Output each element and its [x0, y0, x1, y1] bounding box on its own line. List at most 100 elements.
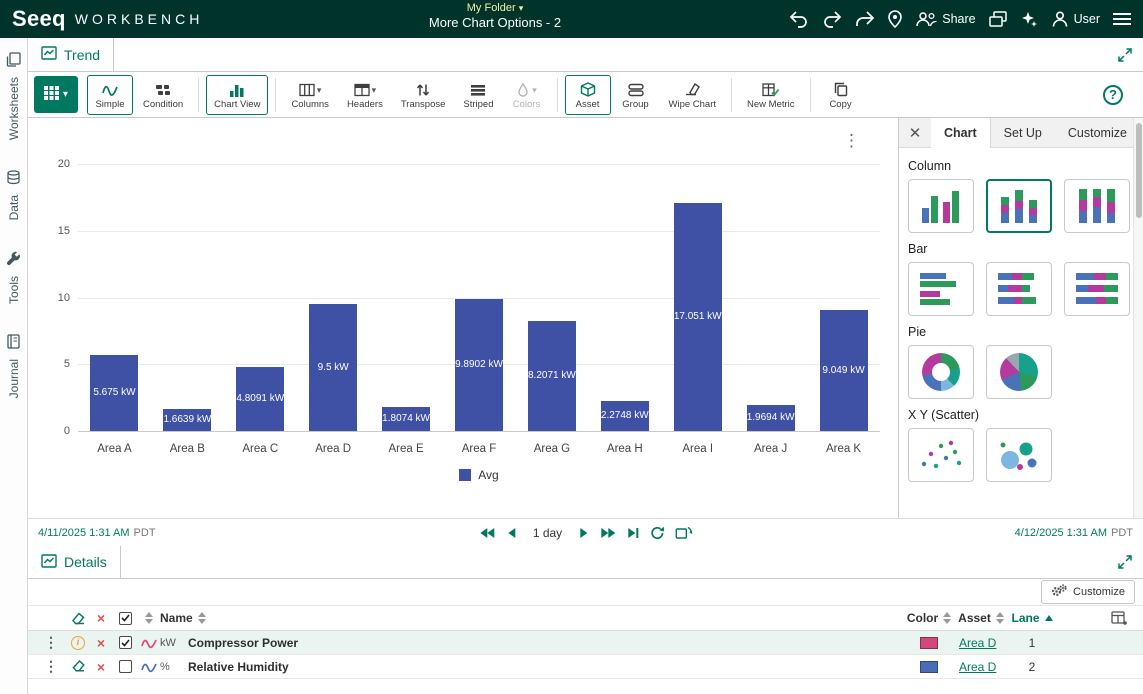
chart-bar[interactable]	[382, 407, 430, 431]
chart-legend[interactable]: Avg	[78, 468, 880, 482]
sidebar-item-data[interactable]: Data	[6, 170, 21, 220]
folder-breadcrumb[interactable]: My Folder ▾	[467, 2, 524, 14]
help-button[interactable]: ?	[1103, 85, 1123, 105]
step-forward-icon[interactable]	[579, 527, 589, 539]
chart-type-thumbnail-scatter[interactable]	[908, 428, 974, 482]
toolbar-button-new-metric[interactable]: New Metric	[739, 75, 803, 115]
range-end[interactable]: 4/12/2025 1:31 AMPDT	[1015, 527, 1133, 539]
sidebar-item-tools[interactable]: Tools	[6, 251, 21, 304]
toolbar-button-asset[interactable]: Asset	[565, 75, 611, 115]
expand-trend-icon[interactable]	[1107, 38, 1143, 71]
chart-type-thumbnail-bubble[interactable]	[986, 428, 1052, 482]
toolbar-button-group[interactable]: Group	[613, 75, 659, 115]
toolbar-button-columns[interactable]: ▾Columns	[283, 75, 337, 115]
location-pin-icon[interactable]	[888, 10, 902, 28]
toolbar-button-colors[interactable]: ▾Colors	[504, 75, 550, 115]
panel-tab-customize[interactable]: Customize	[1055, 118, 1140, 147]
panel-section-label: X Y (Scatter)	[908, 408, 1137, 422]
chart-context-menu-icon[interactable]: ⋮	[843, 132, 860, 149]
sort-icon[interactable]	[138, 612, 160, 624]
undo-icon[interactable]	[789, 11, 809, 28]
chart-bar[interactable]	[236, 367, 284, 431]
column-header-color[interactable]: Color	[905, 611, 953, 625]
redo-icon[interactable]	[822, 11, 842, 28]
chart-bar[interactable]	[601, 401, 649, 431]
chart-bar[interactable]	[674, 203, 722, 431]
eraser-icon[interactable]	[66, 610, 90, 626]
chart-type-thumbnail-column-stacked[interactable]	[986, 179, 1052, 233]
toolbar-button-simple[interactable]: Simple	[87, 75, 133, 115]
chart-bar[interactable]	[90, 355, 138, 431]
chart-type-thumbnail-pie-donut[interactable]	[908, 345, 974, 399]
column-header-asset[interactable]: Asset	[953, 611, 1009, 625]
tab-trend[interactable]: Trend	[28, 38, 114, 71]
row-checkbox[interactable]	[119, 636, 132, 649]
color-swatch[interactable]	[920, 661, 938, 673]
tag-icon[interactable]	[71, 658, 86, 676]
row-menu-icon[interactable]: ⋮	[36, 634, 66, 651]
asset-link[interactable]: Area D	[959, 660, 996, 674]
forward-arrow-icon[interactable]	[855, 11, 875, 27]
panel-tab-set-up[interactable]: Set Up	[991, 118, 1055, 147]
refresh-icon[interactable]	[650, 526, 664, 540]
remove-row-icon[interactable]: ×	[90, 636, 112, 650]
toolbar-button-transpose[interactable]: Transpose	[393, 75, 454, 115]
chart-bar[interactable]	[309, 304, 357, 431]
skip-to-end-icon[interactable]	[627, 527, 639, 539]
duration-label[interactable]: 1 day	[533, 526, 562, 540]
fast-backward-icon[interactable]	[479, 527, 495, 539]
range-start[interactable]: 4/11/2025 1:31 AMPDT	[38, 527, 156, 539]
row-checkbox[interactable]	[119, 660, 132, 673]
share-button[interactable]: Share	[915, 11, 975, 27]
chart-type-thumbnail-column-grouped[interactable]	[908, 179, 974, 233]
panel-scrollbar[interactable]	[1133, 118, 1143, 518]
row-menu-icon[interactable]: ⋮	[36, 658, 66, 675]
chart-bar[interactable]	[820, 310, 868, 431]
chart-bar[interactable]	[747, 405, 795, 431]
x-axis-category-label: Area J	[736, 443, 806, 455]
customize-button[interactable]: Customize	[1041, 580, 1135, 604]
chart-type-thumbnail-bar-grouped[interactable]	[908, 262, 974, 316]
warning-info-icon[interactable]: i	[71, 636, 85, 650]
windows-icon[interactable]	[989, 11, 1007, 27]
column-config-icon[interactable]	[1055, 611, 1143, 625]
chart-type-thumbnail-bar-stacked[interactable]	[986, 262, 1052, 316]
toolbar-button-copy[interactable]: Copy	[818, 75, 864, 115]
sidebar-item-journal[interactable]: Journal	[6, 334, 21, 398]
toolbar-button-condition[interactable]: Condition	[135, 75, 191, 115]
column-header-name[interactable]: Name	[160, 611, 905, 625]
close-panel-icon[interactable]: ✕	[899, 118, 931, 147]
asset-link[interactable]: Area D	[959, 636, 996, 650]
toolbar-button-chart-view[interactable]: Chart View	[206, 75, 268, 115]
auto-update-icon[interactable]	[675, 526, 692, 540]
step-backward-icon[interactable]	[506, 527, 516, 539]
panel-scrollbar-thumb[interactable]	[1136, 123, 1142, 218]
chart-bar[interactable]	[528, 321, 576, 431]
chart-type-thumbnail-column-100[interactable]	[1064, 179, 1130, 233]
content: Trend ▾SimpleCondition Chart View ▾Columns…	[28, 38, 1143, 694]
toolbar-button-striped[interactable]: Striped	[455, 75, 501, 115]
row-name[interactable]: Relative Humidity	[188, 660, 905, 674]
user-menu[interactable]: User	[1051, 10, 1100, 28]
expand-details-icon[interactable]	[1107, 546, 1143, 578]
fast-forward-icon[interactable]	[600, 527, 616, 539]
chart-type-thumbnail-pie[interactable]	[986, 345, 1052, 399]
panel-tab-chart[interactable]: Chart	[931, 118, 991, 148]
chart-bar[interactable]	[455, 299, 503, 431]
row-name[interactable]: Compressor Power	[188, 636, 905, 650]
remove-row-icon[interactable]: ×	[90, 660, 112, 674]
tab-details[interactable]: Details	[28, 546, 121, 578]
select-all-checkbox[interactable]	[119, 612, 132, 625]
chart-view-icon	[229, 81, 245, 97]
color-swatch[interactable]	[920, 637, 938, 649]
sparkle-tools-icon[interactable]	[1020, 10, 1038, 28]
toolbar-button-headers[interactable]: ▾Headers	[339, 75, 391, 115]
remove-all-icon[interactable]: ×	[90, 611, 112, 625]
sidebar-item-worksheets[interactable]: Worksheets	[6, 52, 21, 140]
hamburger-menu-icon[interactable]	[1113, 12, 1131, 26]
chart-bar[interactable]	[163, 409, 211, 431]
chart-type-thumbnail-bar-100[interactable]	[1064, 262, 1130, 316]
column-header-lane[interactable]: Lane	[1009, 611, 1055, 625]
view-picker-button[interactable]: ▾	[34, 76, 78, 113]
toolbar-button-wipe-chart[interactable]: Wipe Chart	[661, 75, 725, 115]
